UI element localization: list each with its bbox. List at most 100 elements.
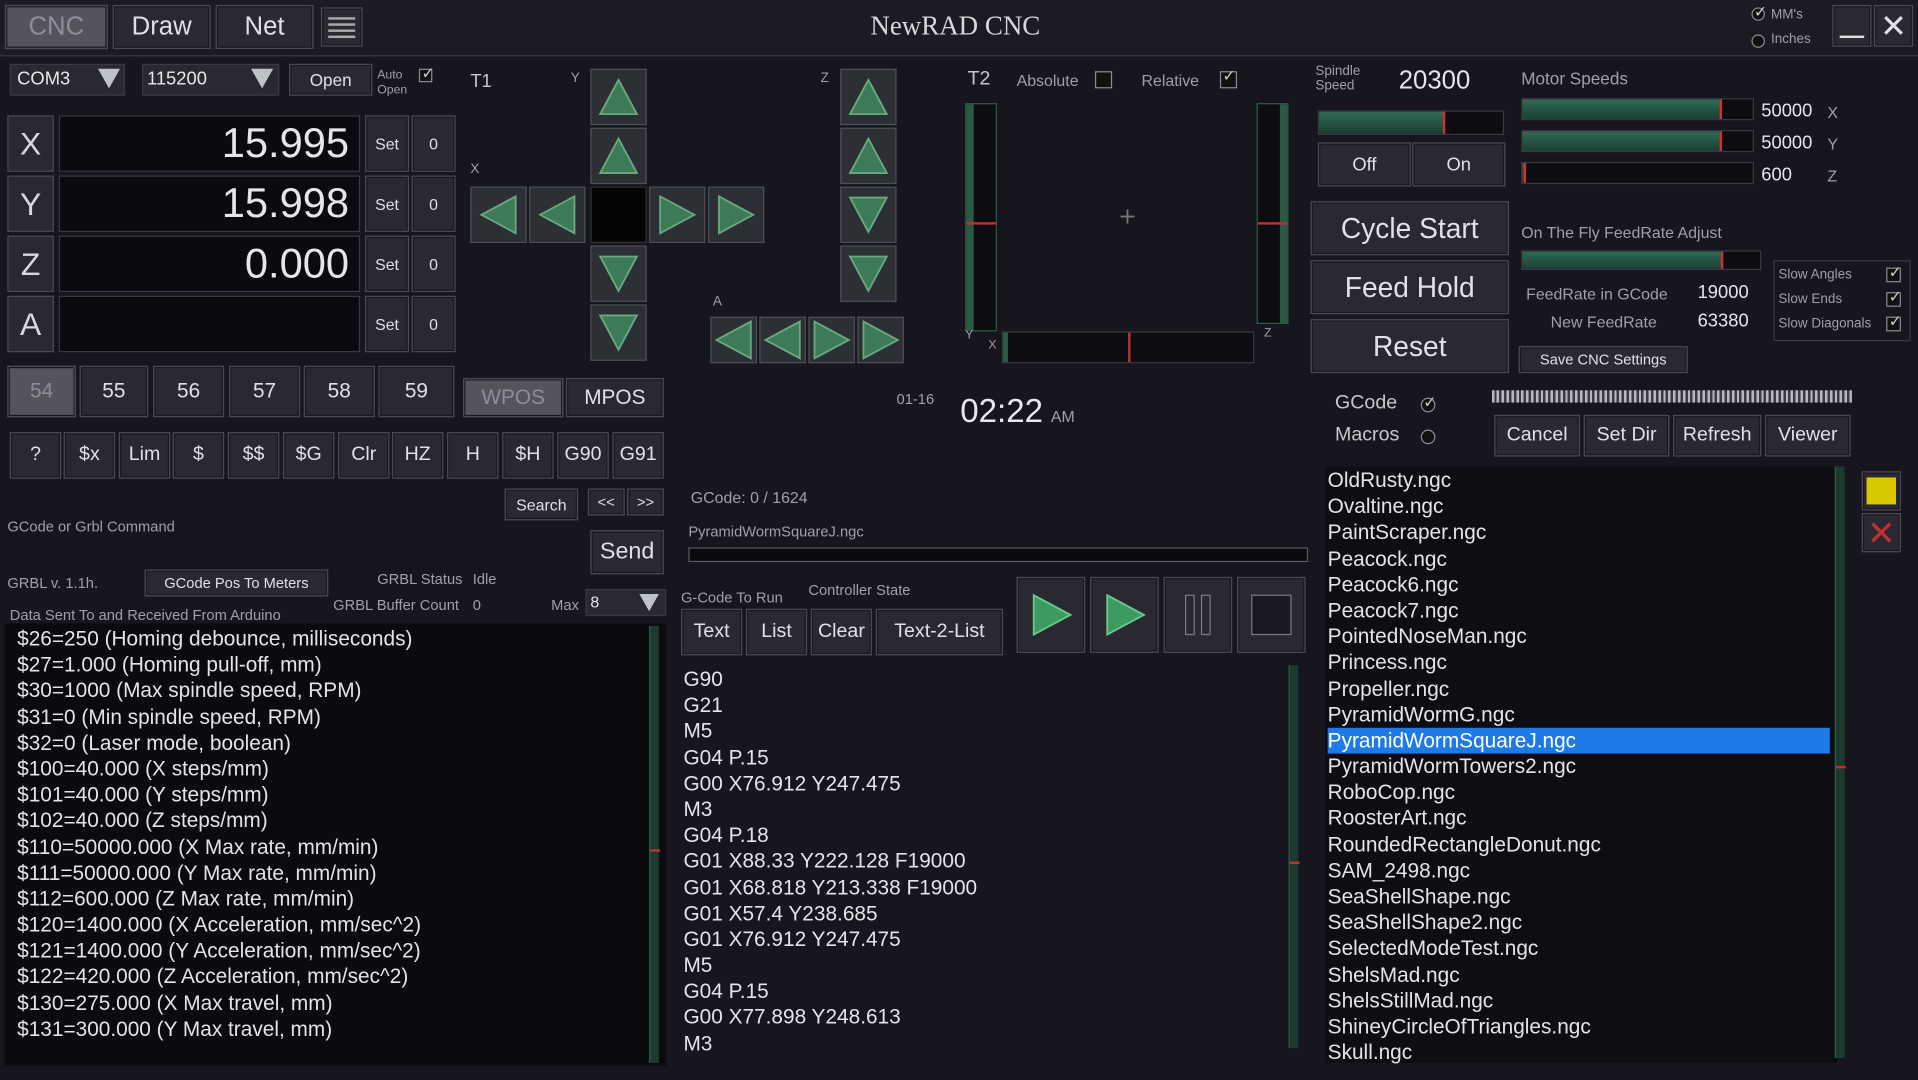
gcode-text-tab[interactable]: Text bbox=[680, 608, 743, 656]
file-item[interactable]: SeaShellShape2.ngc bbox=[1328, 910, 1830, 936]
coord-54-button[interactable]: 54 bbox=[7, 365, 76, 418]
relative-checkbox[interactable] bbox=[1219, 68, 1238, 89]
axis-a-zero-button[interactable]: 0 bbox=[411, 295, 456, 353]
file-item[interactable]: Skull.ngc bbox=[1328, 1040, 1830, 1064]
menu-icon[interactable] bbox=[320, 7, 363, 47]
motor-x-slider[interactable] bbox=[1521, 98, 1754, 121]
tab-draw[interactable]: Draw bbox=[112, 4, 211, 50]
file-list[interactable]: OldRusty.ngc Ovaltine.ngc PaintScraper.ngc… bbox=[1327, 468, 1830, 1064]
slow-ends-checkbox[interactable] bbox=[1886, 288, 1902, 307]
t2-z-slider[interactable] bbox=[1256, 103, 1289, 325]
file-item[interactable]: Peacock7.ngc bbox=[1328, 598, 1830, 624]
cmd-g91-button[interactable]: G91 bbox=[612, 432, 664, 479]
coord-59-button[interactable]: 59 bbox=[378, 365, 455, 418]
axis-y-set-button[interactable]: Set bbox=[364, 175, 410, 232]
file-item[interactable]: PyramidWormG.ngc bbox=[1328, 702, 1830, 728]
motor-y-slider[interactable] bbox=[1521, 130, 1754, 153]
file-item[interactable]: SelectedModeTest.ngc bbox=[1328, 936, 1830, 962]
chevron-down-icon[interactable] bbox=[639, 594, 659, 612]
axis-z-zero-button[interactable]: 0 bbox=[411, 235, 456, 293]
wpos-button[interactable]: WPOS bbox=[462, 378, 564, 418]
slow-diagonals-checkbox[interactable] bbox=[1886, 313, 1902, 332]
cmd-hz-button[interactable]: HZ bbox=[391, 432, 444, 479]
axis-x-zero-button[interactable]: 0 bbox=[411, 115, 456, 172]
axis-x-set-button[interactable]: Set bbox=[364, 115, 410, 172]
jog-x-minus-large-button[interactable] bbox=[470, 186, 527, 244]
viewer-button[interactable]: Viewer bbox=[1764, 414, 1851, 457]
gcode-list-tab[interactable]: List bbox=[745, 608, 808, 656]
file-item[interactable]: RoboCop.ngc bbox=[1328, 780, 1830, 806]
file-item[interactable]: ShineyCircleOfTriangles.ngc bbox=[1328, 1014, 1830, 1040]
jog-a-plus-button[interactable] bbox=[808, 316, 855, 364]
mpos-button[interactable]: MPOS bbox=[565, 378, 664, 418]
feed-hold-button[interactable]: Feed Hold bbox=[1310, 260, 1509, 315]
chevron-down-icon[interactable] bbox=[251, 68, 274, 89]
file-item[interactable]: ShelsStillMad.ngc bbox=[1328, 988, 1830, 1014]
motor-z-slider[interactable] bbox=[1521, 162, 1754, 185]
console-scrollbar[interactable] bbox=[649, 625, 661, 1063]
cmd-settings-button[interactable]: $$ bbox=[227, 432, 280, 479]
file-item[interactable]: RoundedRectangleDonut.ngc bbox=[1328, 832, 1830, 858]
spindle-speed-slider[interactable] bbox=[1317, 110, 1505, 136]
jog-z-minus-large-button[interactable] bbox=[840, 245, 897, 302]
axis-a-set-button[interactable]: Set bbox=[364, 295, 410, 353]
gcode-pos-to-meters-button[interactable]: GCode Pos To Meters bbox=[144, 569, 329, 597]
cmd-status-button[interactable]: ? bbox=[9, 432, 62, 479]
run-all-button[interactable] bbox=[1016, 576, 1086, 653]
file-item[interactable]: Princess.ngc bbox=[1328, 650, 1830, 676]
jog-y-minus-large-button[interactable] bbox=[590, 304, 647, 361]
file-item[interactable]: PyramidWormTowers2.ngc bbox=[1328, 754, 1830, 780]
file-item[interactable]: Peacock6.ngc bbox=[1328, 572, 1830, 598]
axis-z-set-button[interactable]: Set bbox=[364, 235, 410, 293]
stop-button[interactable] bbox=[1237, 576, 1306, 653]
cmd-g90-button[interactable]: G90 bbox=[557, 432, 609, 479]
macros-source-radio[interactable] bbox=[1420, 429, 1436, 445]
jog-z-plus-large-button[interactable] bbox=[840, 68, 897, 126]
cmd-parser-state-button[interactable]: $G bbox=[282, 432, 335, 479]
set-dir-button[interactable]: Set Dir bbox=[1583, 414, 1670, 457]
gcode-command-input[interactable] bbox=[7, 537, 584, 570]
jog-a-plus-large-button[interactable] bbox=[857, 316, 904, 364]
jog-x-plus-button[interactable] bbox=[649, 186, 706, 244]
file-item[interactable]: SeaShellShape.ngc bbox=[1328, 884, 1830, 910]
gcode-text-to-list-button[interactable]: Text-2-List bbox=[875, 608, 1004, 656]
file-item[interactable]: Peacock.ngc bbox=[1328, 546, 1830, 572]
file-list-scrollbar[interactable] bbox=[1834, 466, 1846, 1058]
gcode-clear-button[interactable]: Clear bbox=[810, 608, 873, 656]
cancel-button[interactable]: Cancel bbox=[1494, 414, 1580, 457]
auto-open-checkbox[interactable] bbox=[418, 65, 435, 83]
jog-a-minus-large-button[interactable] bbox=[710, 316, 757, 364]
search-button[interactable]: Search bbox=[504, 488, 579, 521]
jog-y-plus-large-button[interactable] bbox=[590, 68, 647, 126]
spindle-off-button[interactable]: Off bbox=[1317, 142, 1411, 187]
jog-y-minus-button[interactable] bbox=[590, 245, 647, 302]
gcode-source-radio[interactable] bbox=[1420, 394, 1437, 413]
coord-55-button[interactable]: 55 bbox=[79, 365, 149, 418]
file-item[interactable]: ShelsMad.ngc bbox=[1328, 962, 1830, 988]
file-item[interactable]: OldRusty.ngc bbox=[1328, 468, 1830, 494]
send-button[interactable]: Send bbox=[590, 530, 664, 575]
coord-56-button[interactable]: 56 bbox=[153, 365, 225, 418]
cmd-help-button[interactable]: $ bbox=[172, 432, 225, 479]
delete-file-icon[interactable]: ✕ bbox=[1861, 513, 1901, 553]
jog-a-minus-button[interactable] bbox=[759, 316, 806, 364]
spindle-on-button[interactable]: On bbox=[1412, 142, 1506, 187]
file-item[interactable]: PointedNoseMan.ngc bbox=[1328, 624, 1830, 650]
reset-button[interactable]: Reset bbox=[1310, 319, 1509, 374]
cmd-h-button[interactable]: H bbox=[447, 432, 499, 479]
refresh-button[interactable]: Refresh bbox=[1673, 414, 1762, 457]
pause-button[interactable] bbox=[1163, 576, 1233, 653]
slow-angles-checkbox[interactable] bbox=[1886, 264, 1902, 283]
tab-net[interactable]: Net bbox=[215, 4, 314, 50]
open-port-button[interactable]: Open bbox=[289, 63, 373, 96]
gcode-scrollbar[interactable] bbox=[1288, 665, 1300, 1049]
selected-file-item[interactable]: PyramidWormSquareJ.ngc bbox=[1327, 727, 1830, 754]
run-step-button[interactable] bbox=[1090, 576, 1159, 653]
cycle-start-button[interactable]: Cycle Start bbox=[1310, 201, 1509, 256]
file-item[interactable]: Ovaltine.ngc bbox=[1328, 494, 1830, 520]
folder-color-button[interactable] bbox=[1861, 471, 1901, 511]
unit-mm-radio[interactable] bbox=[1751, 4, 1767, 22]
cmd-limits-button[interactable]: Lim bbox=[118, 432, 171, 479]
minimize-icon[interactable] bbox=[1832, 4, 1872, 47]
tab-cnc[interactable]: CNC bbox=[4, 4, 108, 50]
